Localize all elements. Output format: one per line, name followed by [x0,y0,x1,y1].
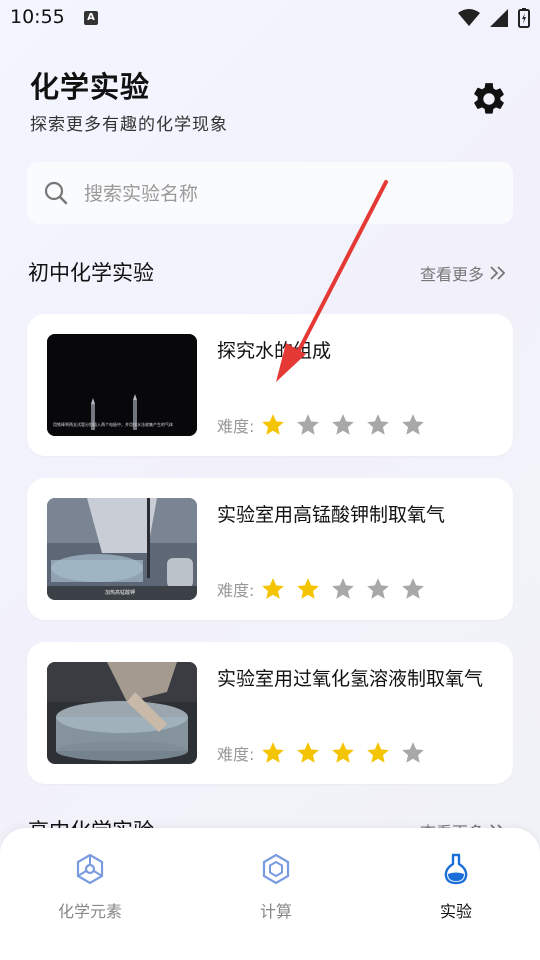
wifi-icon [458,9,480,26]
gear-icon[interactable] [470,80,508,118]
tab-label: 计算 [259,902,292,921]
star-icon [297,578,320,599]
flask-icon [444,853,468,885]
section-title-junior: 初中化学实验 [28,261,154,285]
status-icons [458,8,530,28]
difficulty-rating: 难度: [217,576,435,602]
star-icon [262,578,285,599]
experiment-thumbnail: 加热高锰酸钾 [47,498,197,600]
difficulty-label: 难度: [217,745,255,764]
star-icon [332,742,355,763]
thumbnail-caption: 加热高锰酸钾 [105,590,136,596]
difficulty-rating: 难度: [217,740,435,766]
star-icon [402,578,425,599]
status-bar: 10:55 A [0,0,540,36]
view-more-label: 查看更多 [419,265,484,284]
signal-icon [490,9,508,27]
star-icon [297,414,320,435]
experiment-title: 实验室用高锰酸钾制取氧气 [217,504,446,526]
star-icon [297,742,320,763]
star-icon [367,414,390,435]
experiment-thumbnail: 用铁棒将两支试管分别插入两个电极中，并用排水法收集产生的气体 [47,334,197,436]
star-icon [332,578,355,599]
experiment-card[interactable]: 加热高锰酸钾 实验室用高锰酸钾制取氧气 难度: [27,478,513,620]
battery-icon [518,8,530,28]
difficulty-stars [260,412,435,438]
experiment-title: 探究水的组成 [217,340,332,362]
star-icon [367,578,390,599]
thumbnail-caption: 用铁棒将两支试管分别插入两个电极中，并用排水法收集产生的气体 [53,422,173,427]
bottom-tab-bar: 化学元素 计算 实验 [0,828,540,960]
difficulty-stars [260,576,435,602]
search-icon [44,181,68,205]
notification-icon: A [84,11,98,25]
status-time: 10:55 [10,6,65,28]
experiment-card[interactable]: 用铁棒将两支试管分别插入两个电极中，并用排水法收集产生的气体 探究水的组成 难度… [27,314,513,456]
tab-experiment[interactable]: 实验 [396,852,516,922]
molecule-icon [76,853,104,885]
page-title: 化学实验 [30,70,151,104]
double-chevron-right-icon [490,266,506,280]
page-subtitle: 探索更多有趣的化学现象 [30,115,228,135]
difficulty-label: 难度: [217,581,255,600]
star-icon [332,414,355,435]
difficulty-rating: 难度: [217,412,435,438]
tab-calculate[interactable]: 计算 [216,852,336,922]
experiment-card[interactable]: 实验室用过氧化氢溶液制取氧气 难度: [27,642,513,784]
difficulty-label: 难度: [217,417,255,436]
tab-elements[interactable]: 化学元素 [30,852,150,922]
star-icon [262,414,285,435]
view-more-junior[interactable]: 查看更多 [420,261,508,285]
tab-label: 化学元素 [57,902,122,921]
difficulty-stars [260,740,435,766]
tab-label: 实验 [439,902,472,921]
star-icon [367,742,390,763]
star-icon [262,742,285,763]
experiment-title: 实验室用过氧化氢溶液制取氧气 [217,668,484,690]
experiment-thumbnail [47,662,197,764]
search-input[interactable] [82,174,486,214]
star-icon [402,742,425,763]
search-bar[interactable] [27,162,513,224]
hexagon-icon [262,853,290,885]
star-icon [402,414,425,435]
